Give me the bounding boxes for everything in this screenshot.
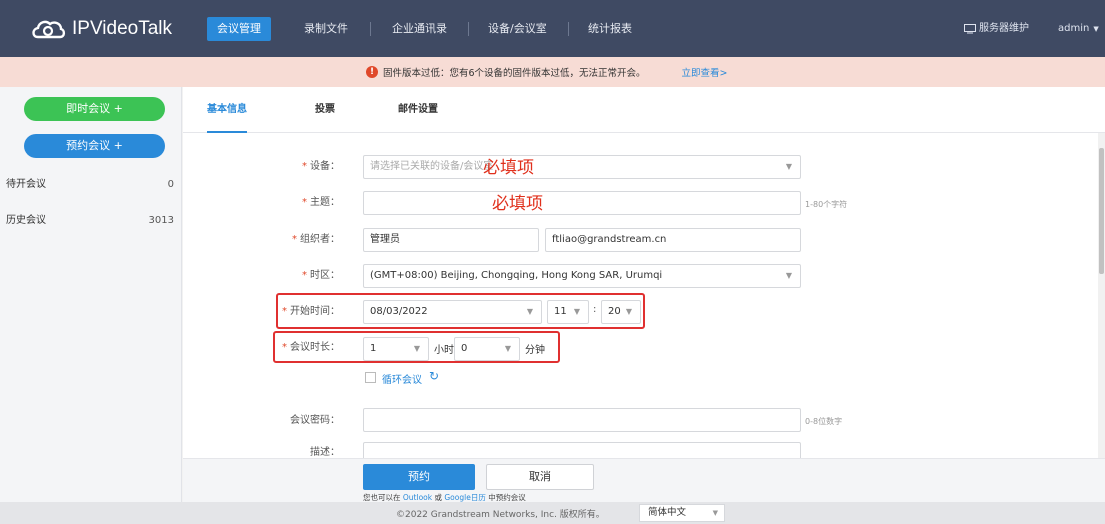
tab-basic-info[interactable]: 基本信息 (207, 87, 247, 133)
sidebar-item-count: 3013 (148, 215, 174, 226)
language-select[interactable]: 简体中文 ▼ (639, 504, 725, 522)
app-logo[interactable]: IPVideoTalk (30, 14, 172, 44)
nav-statistics[interactable]: 统计报表 (588, 17, 632, 41)
sidebar: 即时会议 + 预约会议 + 待开会议 0 历史会议 3013 (0, 87, 182, 524)
google-calendar-link[interactable]: Google日历 (444, 493, 485, 502)
chevron-down-icon: ▼ (1093, 25, 1099, 33)
outlook-link[interactable]: Outlook (403, 493, 432, 502)
sidebar-item-count: 0 (167, 179, 174, 190)
nav-recordings[interactable]: 录制文件 (304, 17, 348, 41)
sidebar-item-label: 历史会议 (6, 215, 46, 226)
subject-label: * 主题： (302, 197, 340, 208)
chevron-down-icon: ▼ (712, 509, 718, 517)
description-textarea[interactable] (363, 442, 801, 458)
required-annotation: 必填项 (483, 158, 534, 178)
schedule-submit-button[interactable]: 预约 (363, 464, 475, 490)
warning-icon: ! (366, 66, 378, 78)
refresh-icon[interactable]: ↻ (429, 369, 439, 383)
tab-email-settings[interactable]: 邮件设置 (398, 87, 438, 133)
timezone-select[interactable]: (GMT+08:00) Beijing, Chongqing, Hong Kon… (363, 264, 801, 288)
tabs-bar: 基本信息 投票 邮件设置 (183, 87, 1105, 133)
chevron-down-icon: ▼ (785, 271, 792, 280)
instant-meeting-button[interactable]: 即时会议 + (24, 97, 165, 121)
server-maintenance-icon (964, 24, 976, 34)
sidebar-item-history-meetings[interactable]: 历史会议 3013 (0, 203, 182, 239)
alert-text: 固件版本过低：您有6个设备的固件版本过低，无法正常开会。 (383, 68, 646, 79)
organizer-label: * 组织者： (292, 234, 340, 245)
recurring-label[interactable]: 循环会议 (382, 371, 422, 386)
nav-divider (370, 22, 371, 36)
cloud-camera-icon (32, 20, 66, 39)
nav-enterprise-contacts[interactable]: 企业通讯录 (392, 17, 447, 41)
copyright-text: ©2022 Grandstream Networks, Inc. 版权所有。 (396, 510, 605, 520)
nav-devices-rooms[interactable]: 设备/会议室 (488, 17, 547, 41)
footer: ©2022 Grandstream Networks, Inc. 版权所有。 简… (0, 502, 1105, 524)
view-now-link[interactable]: 立即查看> (682, 65, 728, 79)
user-menu[interactable]: admin ▼ (1058, 17, 1099, 41)
subject-hint: 1-80个字符 (805, 200, 848, 209)
highlight-box (273, 331, 560, 363)
device-label: * 设备： (302, 161, 340, 172)
password-hint: 0-8位数字 (805, 417, 843, 426)
top-navigation-bar: IPVideoTalk 会议管理 录制文件 企业通讯录 设备/会议室 统计报表 … (0, 0, 1105, 57)
form-action-bar: 预约 取消 您也可以在 Outlook 或 Google日历 中预约会议 (183, 458, 1105, 502)
server-maintenance-link[interactable]: 服务器维护 (964, 17, 1029, 41)
nav-meeting-management[interactable]: 会议管理 (207, 17, 271, 41)
nav-divider (468, 22, 469, 36)
logo-text: IPVideoTalk (72, 18, 172, 39)
recurring-checkbox[interactable] (365, 372, 376, 383)
device-select[interactable]: 请选择已关联的设备/会议室 ▼ (363, 155, 801, 179)
organizer-name-input[interactable]: 管理员 (363, 228, 539, 252)
timezone-label: * 时区： (302, 270, 340, 281)
subject-input[interactable] (363, 191, 801, 215)
highlight-box (276, 293, 645, 329)
tab-voting[interactable]: 投票 (315, 87, 335, 133)
organizer-email-input[interactable]: ftliao@grandstream.cn (545, 228, 801, 252)
required-annotation: 必填项 (492, 194, 543, 214)
schedule-meeting-button[interactable]: 预约会议 + (24, 134, 165, 158)
server-maintenance-label: 服务器维护 (979, 23, 1029, 34)
chevron-down-icon: ▼ (785, 162, 792, 171)
meeting-form: * 设备： 请选择已关联的设备/会议室 ▼ 必填项 * 主题： 必填项 1-80个字… (183, 133, 1098, 458)
password-input[interactable] (363, 408, 801, 432)
sidebar-item-upcoming-meetings[interactable]: 待开会议 0 (0, 167, 182, 203)
description-label: 描述： (310, 447, 340, 458)
cancel-button[interactable]: 取消 (486, 464, 594, 490)
user-name: admin (1058, 23, 1090, 34)
sidebar-item-label: 待开会议 (6, 179, 46, 190)
nav-divider (568, 22, 569, 36)
scrollbar-thumb[interactable] (1099, 148, 1104, 274)
password-label: 会议密码： (290, 415, 340, 426)
firmware-alert-bar: ! 固件版本过低：您有6个设备的固件版本过低，无法正常开会。 立即查看> (0, 57, 1105, 87)
